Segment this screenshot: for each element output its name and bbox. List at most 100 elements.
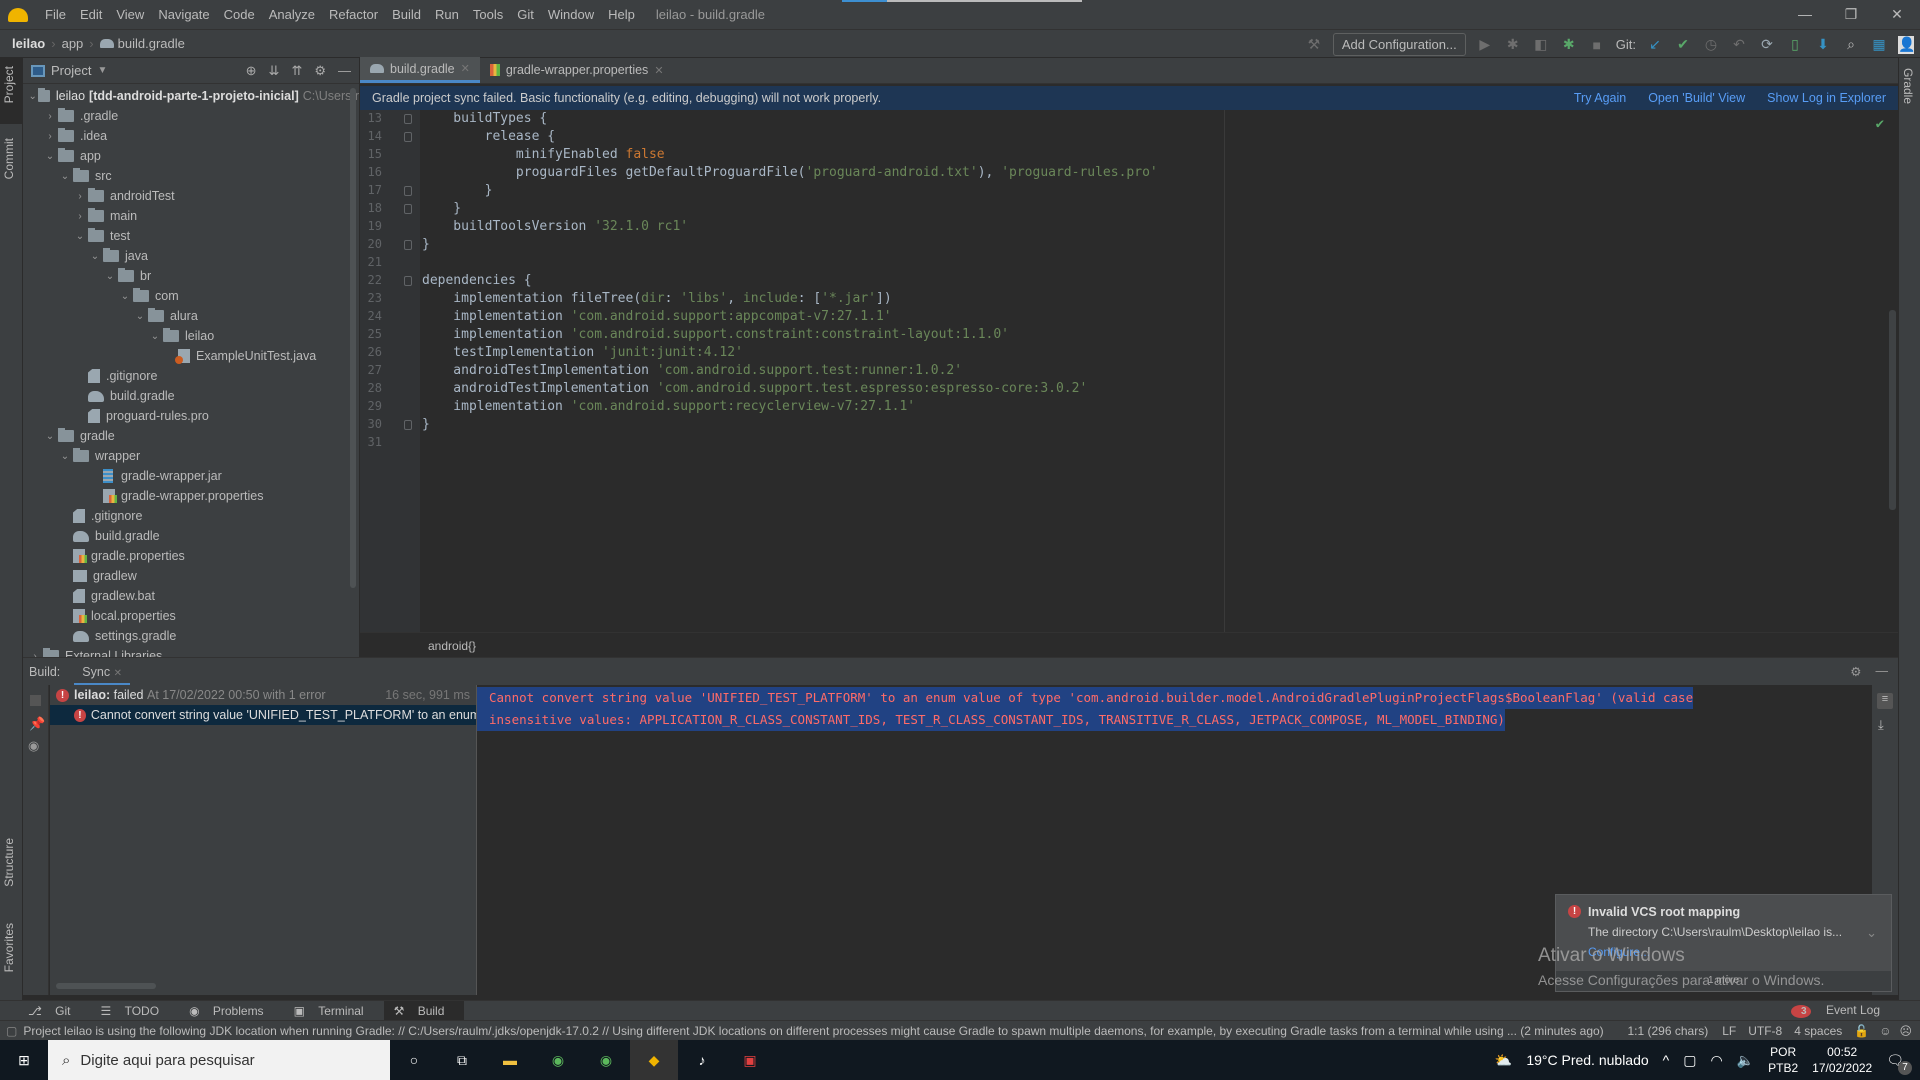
menu-tools[interactable]: Tools xyxy=(466,7,510,22)
project-view-selector[interactable]: Project xyxy=(51,63,91,78)
menu-view[interactable]: View xyxy=(109,7,151,22)
tree-item[interactable]: ⌄ leilao [tdd-android-parte-1-projeto-inic… xyxy=(23,86,359,106)
chevron-right-icon[interactable]: › xyxy=(42,131,58,142)
language-indicator[interactable]: POR PTB2 xyxy=(1768,1044,1798,1076)
tree-item[interactable]: build.gradle xyxy=(23,386,359,406)
file-explorer-icon[interactable]: ▬ xyxy=(486,1040,534,1080)
project-structure-icon[interactable]: ▦ xyxy=(1870,36,1888,53)
search-icon[interactable]: ⌕ xyxy=(1842,36,1860,53)
locate-file-icon[interactable]: ⊕ xyxy=(246,63,257,79)
tree-item[interactable]: › androidTest xyxy=(23,186,359,206)
debug-icon[interactable]: ✱ xyxy=(1504,36,1522,53)
tree-item[interactable]: ⌄ java xyxy=(23,246,359,266)
close-tab-icon[interactable]: ✕ xyxy=(654,64,663,77)
tree-item[interactable]: ⌄ leilao xyxy=(23,326,359,346)
close-tab-icon[interactable]: ✕ xyxy=(461,62,470,75)
weather-text[interactable]: 19°C Pred. nublado xyxy=(1526,1052,1648,1068)
tree-item[interactable]: ExampleUnitTest.java xyxy=(23,346,359,366)
soft-wrap-icon[interactable]: ≡ xyxy=(1877,693,1893,709)
chevron-down-icon[interactable]: ⌄ xyxy=(147,331,163,342)
tree-item[interactable]: ⌄ gradle xyxy=(23,426,359,446)
taskbar-search-input[interactable]: ⌕ Digite aqui para pesquisar xyxy=(48,1040,390,1080)
chrome-icon[interactable]: ◉ xyxy=(534,1040,582,1080)
recorder-icon[interactable]: ▣ xyxy=(726,1040,774,1080)
windows-start-icon[interactable]: ⊞ xyxy=(0,1040,48,1080)
tree-item[interactable]: gradlew xyxy=(23,566,359,586)
sad-face-icon[interactable]: ☹ xyxy=(1895,1024,1920,1038)
tree-item[interactable]: local.properties xyxy=(23,606,359,626)
tool-tab-git[interactable]: ⎇ Git xyxy=(18,1004,91,1018)
tab-build-gradle[interactable]: build.gradle ✕ xyxy=(360,57,480,83)
avd-manager-icon[interactable]: ▯ xyxy=(1786,36,1804,53)
close-button[interactable]: ✕ xyxy=(1874,0,1920,29)
fold-marker-icon[interactable] xyxy=(404,114,412,124)
tree-item[interactable]: ⌄ app xyxy=(23,146,359,166)
sidebar-tab-project[interactable]: Project xyxy=(2,66,16,103)
cortana-icon[interactable]: ○ xyxy=(390,1040,438,1080)
breadcrumb-module[interactable]: app xyxy=(58,36,88,51)
build-hammer-icon[interactable]: ⚒ xyxy=(1305,36,1323,53)
expand-all-icon[interactable]: ⇊ xyxy=(269,63,280,79)
sdk-manager-icon[interactable]: ⬇ xyxy=(1814,36,1832,53)
tree-item[interactable]: ⌄ br xyxy=(23,266,359,286)
sidebar-tab-favorites[interactable]: Favorites xyxy=(2,923,16,972)
status-message[interactable]: Project leilao is using the following JD… xyxy=(23,1024,1613,1038)
menu-navigate[interactable]: Navigate xyxy=(151,7,216,22)
chevron-down-icon[interactable]: ⌄ xyxy=(1866,925,1877,941)
build-error-node[interactable]: ! Cannot convert string value 'UNIFIED_T… xyxy=(50,705,476,725)
file-encoding[interactable]: UTF-8 xyxy=(1742,1024,1788,1038)
breadcrumb-file[interactable]: build.gradle xyxy=(96,36,189,51)
menu-window[interactable]: Window xyxy=(541,7,601,22)
eye-icon[interactable]: ◉ xyxy=(28,738,48,754)
smiley-icon[interactable]: ☺ xyxy=(1875,1024,1895,1038)
sync-gradle-icon[interactable]: ⟳ xyxy=(1758,36,1776,53)
fold-marker-icon[interactable] xyxy=(404,132,412,142)
chevron-down-icon[interactable]: ⌄ xyxy=(102,271,118,282)
tool-tab-problems[interactable]: ◉ Problems xyxy=(179,1004,284,1018)
menu-file[interactable]: File xyxy=(38,7,73,22)
chevron-down-icon[interactable]: ⌄ xyxy=(57,451,73,462)
wifi-icon[interactable]: ◠ xyxy=(1710,1052,1722,1069)
chevron-down-icon[interactable]: ⌄ xyxy=(132,311,148,322)
fold-marker-icon[interactable] xyxy=(404,276,412,286)
chevron-down-icon[interactable]: ⌄ xyxy=(117,291,133,302)
add-configuration-button[interactable]: Add Configuration... xyxy=(1332,33,1466,56)
try-again-link[interactable]: Try Again xyxy=(1574,91,1626,105)
git-history-icon[interactable]: ◷ xyxy=(1702,36,1720,53)
fold-marker-icon[interactable] xyxy=(404,204,412,214)
hide-panel-icon[interactable]: — xyxy=(1876,664,1889,679)
scroll-to-end-icon[interactable]: ⤓ xyxy=(1878,717,1898,733)
event-log-button[interactable]: 3 Event Log xyxy=(1781,1003,1920,1018)
sidebar-tab-structure[interactable]: Structure xyxy=(2,838,16,887)
show-hidden-icons[interactable]: ^ xyxy=(1663,1052,1670,1068)
stop-icon[interactable]: ■ xyxy=(1588,37,1606,53)
tree-item[interactable]: ⌄ com xyxy=(23,286,359,306)
restore-button[interactable]: ❐ xyxy=(1828,0,1874,29)
git-commit-icon[interactable]: ✔ xyxy=(1674,36,1692,53)
menu-edit[interactable]: Edit xyxy=(73,7,109,22)
chevron-right-icon[interactable]: › xyxy=(42,111,58,122)
chevron-right-icon[interactable]: › xyxy=(72,211,88,222)
build-root-node[interactable]: ! leilao: failed At 17/02/2022 00:50 wit… xyxy=(50,685,476,705)
gear-icon[interactable]: ⚙ xyxy=(1850,664,1861,679)
account-avatar-icon[interactable]: 👤 xyxy=(1898,35,1915,54)
tab-gradle-wrapper-properties[interactable]: gradle-wrapper.properties ✕ xyxy=(480,57,674,83)
tree-item[interactable]: › main xyxy=(23,206,359,226)
minimize-button[interactable]: — xyxy=(1782,0,1828,29)
git-update-icon[interactable]: ↙ xyxy=(1646,36,1664,53)
tree-item[interactable]: settings.gradle xyxy=(23,626,359,646)
chevron-down-icon[interactable]: ⌄ xyxy=(27,91,38,102)
weather-icon[interactable]: ⛅ xyxy=(1495,1052,1512,1069)
tool-tab-build[interactable]: ⚒ Build xyxy=(383,1000,465,1021)
task-view-icon[interactable]: ⧉ xyxy=(438,1040,486,1080)
pin-icon[interactable]: 📌 xyxy=(29,716,48,732)
meet-now-icon[interactable]: ▢ xyxy=(1683,1052,1696,1069)
tree-item[interactable]: proguard-rules.pro xyxy=(23,406,359,426)
line-separator[interactable]: LF xyxy=(1716,1024,1742,1038)
menu-build[interactable]: Build xyxy=(385,7,428,22)
chrome-profile-icon[interactable]: ◉ xyxy=(582,1040,630,1080)
tab-sync[interactable]: Sync ✕ xyxy=(74,658,130,686)
tree-item[interactable]: ⌄ wrapper xyxy=(23,446,359,466)
show-log-in-explorer-link[interactable]: Show Log in Explorer xyxy=(1767,91,1886,105)
tree-item[interactable]: gradle-wrapper.properties xyxy=(23,486,359,506)
